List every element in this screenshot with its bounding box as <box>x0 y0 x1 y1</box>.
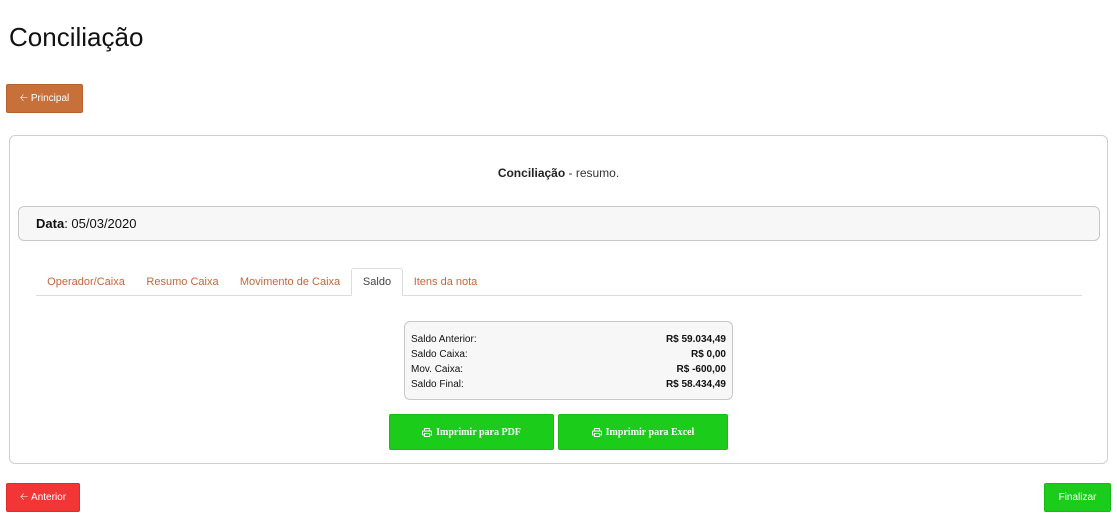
print-icon <box>591 427 602 437</box>
finalizar-button-label: Finalizar <box>1058 492 1097 503</box>
conciliation-card: Conciliação - resumo. Data: 05/03/2020 O… <box>9 135 1108 464</box>
saldo-summary: Saldo Anterior: R$ 59.034,49 Saldo Caixa… <box>404 321 733 400</box>
saldo-row: Saldo Final: R$ 58.434,49 <box>411 377 726 392</box>
finalizar-button[interactable]: Finalizar <box>1044 483 1111 512</box>
saldo-label: Saldo Final: <box>411 379 464 390</box>
print-excel-label: Imprimir para Excel <box>605 426 695 438</box>
saldo-label: Saldo Caixa: <box>411 349 468 360</box>
date-value: : 05/03/2020 <box>64 216 137 231</box>
anterior-button-label: Anterior <box>31 492 67 503</box>
tab-saldo[interactable]: Saldo <box>351 268 403 296</box>
saldo-label: Mov. Caixa: <box>411 364 464 375</box>
card-heading-title: Conciliação <box>497 166 566 180</box>
print-pdf-button[interactable]: Imprimir para PDF <box>389 414 554 450</box>
print-excel-button[interactable]: Imprimir para Excel <box>558 414 728 450</box>
arrow-left-icon: 🡠 <box>19 92 28 104</box>
card-heading: Conciliação - resumo. <box>10 166 1107 180</box>
saldo-value: R$ -600,00 <box>676 364 726 375</box>
date-label: Data <box>36 216 65 231</box>
card-heading-subtitle: - resumo. <box>565 166 620 180</box>
tab-operador-caixa[interactable]: Operador/Caixa <box>36 268 136 295</box>
saldo-value: R$ 0,00 <box>690 349 726 360</box>
page: Conciliação 🡠 Principal Conciliação - re… <box>0 0 1117 526</box>
saldo-row: Mov. Caixa: R$ -600,00 <box>411 362 726 377</box>
saldo-value: R$ 59.034,49 <box>665 334 726 345</box>
principal-button-label: Principal <box>30 93 70 104</box>
page-title: Conciliação <box>9 22 144 52</box>
tab-movimento-de-caixa[interactable]: Movimento de Caixa <box>229 268 351 295</box>
date-panel: Data: 05/03/2020 <box>18 206 1100 241</box>
print-icon <box>422 427 433 437</box>
tab-itens-da-nota[interactable]: Itens da nota <box>403 268 488 295</box>
saldo-row: Saldo Anterior: R$ 59.034,49 <box>411 332 726 347</box>
arrow-left-icon: 🡠 <box>19 491 29 503</box>
saldo-label: Saldo Anterior: <box>411 334 477 345</box>
saldo-row: Saldo Caixa: R$ 0,00 <box>411 347 726 362</box>
saldo-value: R$ 58.434,49 <box>665 379 726 390</box>
tab-resumo-caixa[interactable]: Resumo Caixa <box>136 268 229 295</box>
principal-button[interactable]: 🡠 Principal <box>6 84 83 113</box>
print-pdf-label: Imprimir para PDF <box>436 426 521 438</box>
anterior-button[interactable]: 🡠 Anterior <box>6 483 80 512</box>
tab-bar: Operador/Caixa Resumo Caixa Movimento de… <box>36 268 1082 296</box>
